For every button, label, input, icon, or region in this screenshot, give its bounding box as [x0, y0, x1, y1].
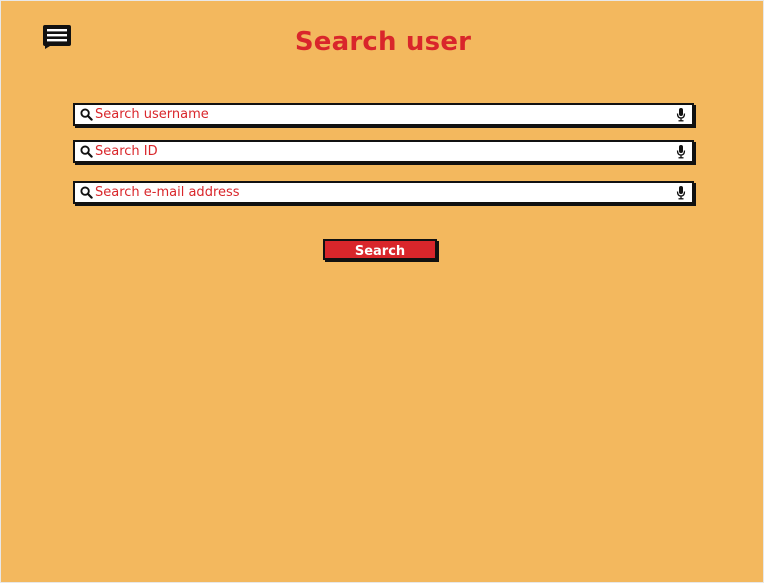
email-search-input[interactable]	[95, 183, 665, 202]
microphone-icon[interactable]	[676, 144, 686, 159]
id-search-field[interactable]	[73, 140, 694, 163]
search-user-screen: Search user Search username Search ID Se…	[0, 0, 764, 583]
search-icon	[80, 186, 93, 199]
search-icon	[80, 108, 93, 121]
microphone-icon[interactable]	[676, 107, 686, 122]
page-title: Search user	[294, 27, 472, 57]
email-search-field[interactable]	[73, 181, 694, 204]
search-button[interactable]: Search	[323, 239, 437, 260]
search-icon	[80, 145, 93, 158]
username-search-input[interactable]	[95, 105, 665, 124]
microphone-icon[interactable]	[676, 185, 686, 200]
username-search-field[interactable]	[73, 103, 694, 126]
id-search-input[interactable]	[95, 142, 665, 161]
